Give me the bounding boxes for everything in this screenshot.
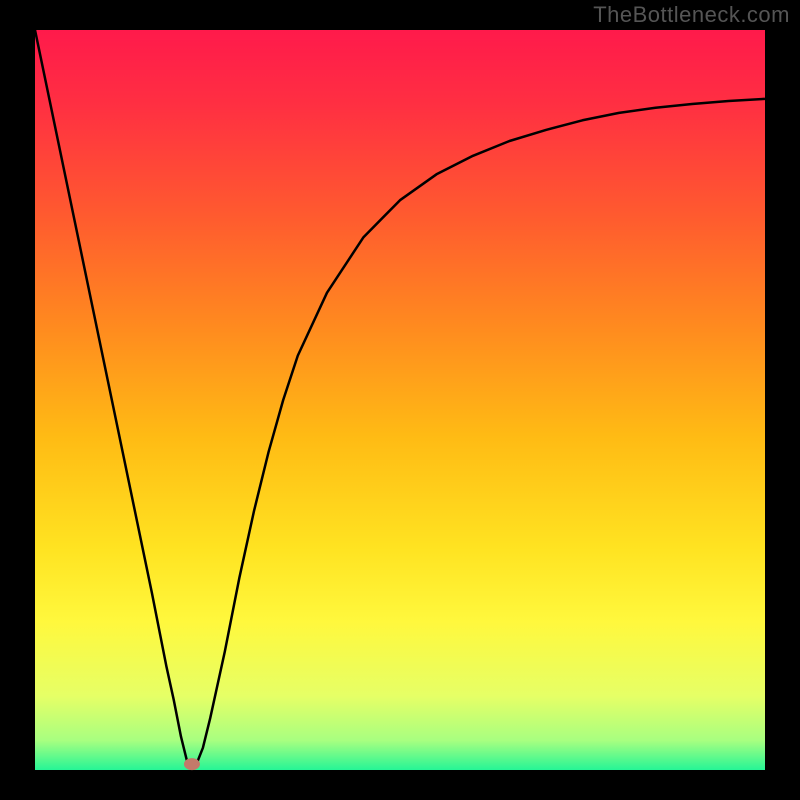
- bottleneck-chart: [0, 0, 800, 800]
- watermark-text: TheBottleneck.com: [593, 2, 790, 28]
- optimum-marker: [184, 758, 200, 770]
- plot-background: [35, 30, 765, 770]
- chart-container: TheBottleneck.com: [0, 0, 800, 800]
